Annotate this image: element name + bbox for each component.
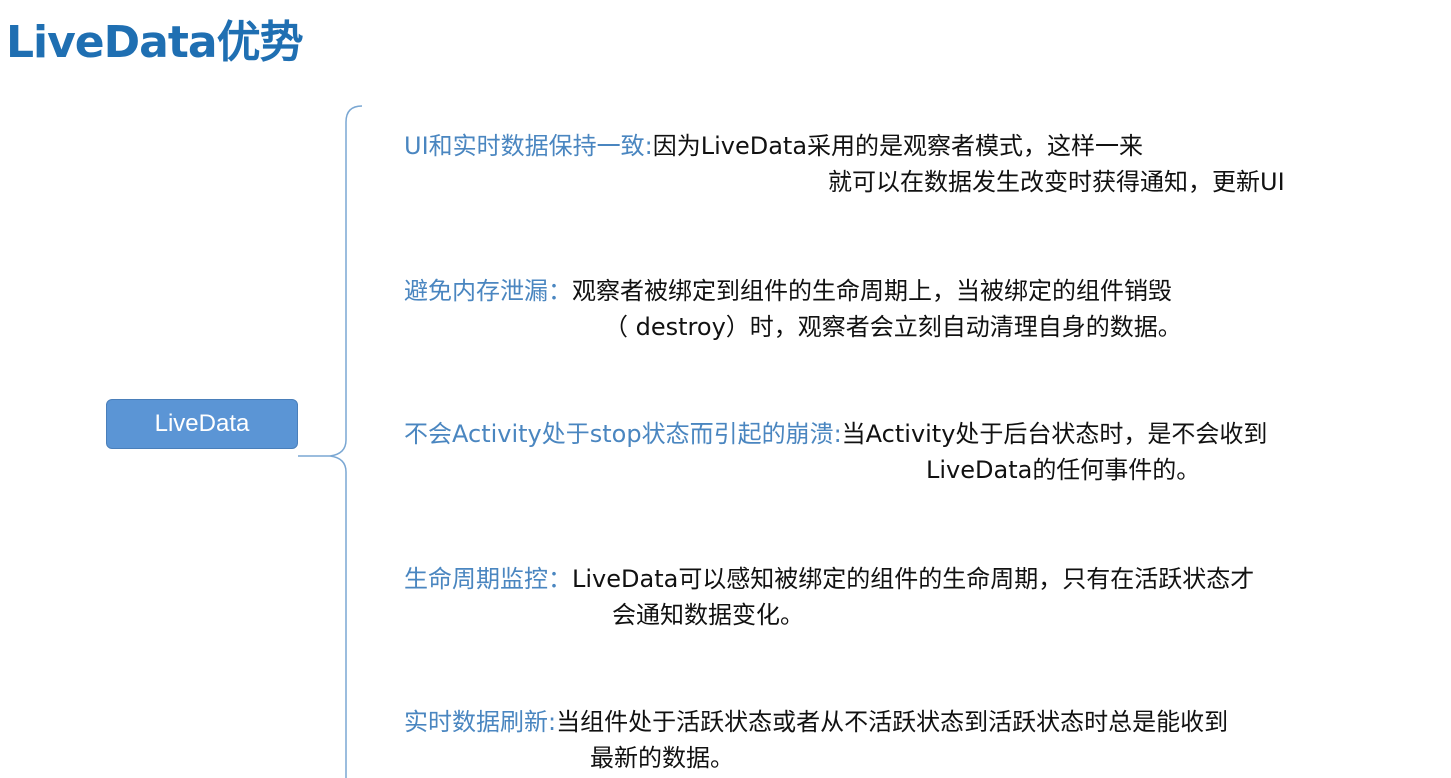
branch-text-continued: 最新的数据。 xyxy=(590,744,734,772)
branch-text-continued: 会通知数据变化。 xyxy=(612,601,804,629)
mindmap-brace xyxy=(298,105,363,778)
root-node-label: LiveData xyxy=(154,410,250,437)
branch-text: 当Activity处于后台状态时，是不会收到 xyxy=(841,420,1268,448)
branch-stop-crash: 不会Activity处于stop状态而引起的崩溃:当Activity处于后台状态… xyxy=(404,416,1267,488)
branch-text: 观察者被绑定到组件的生命周期上，当被绑定的组件销毁 xyxy=(572,277,1172,305)
branch-text-continued: LiveData的任何事件的。 xyxy=(926,456,1201,484)
branch-text-continued: 就可以在数据发生改变时获得通知，更新UI xyxy=(828,168,1285,196)
branch-label: 避免内存泄漏： xyxy=(404,277,572,305)
branch-memory-leak: 避免内存泄漏：观察者被绑定到组件的生命周期上，当被绑定的组件销毁 （ destr… xyxy=(404,273,1182,345)
branch-label: 实时数据刷新: xyxy=(404,708,557,736)
root-node-livedata[interactable]: LiveData xyxy=(106,399,298,449)
branch-text: 当组件处于活跃状态或者从不活跃状态到活跃状态时总是能收到 xyxy=(556,708,1229,736)
branch-label: 不会Activity处于stop状态而引起的崩溃: xyxy=(404,420,842,448)
branch-label: 生命周期监控： xyxy=(404,565,572,593)
slide: LiveData优势 LiveData UI和实时数据保持一致:因为LiveDa… xyxy=(0,0,1451,778)
branch-text: LiveData可以感知被绑定的组件的生命周期，只有在活跃状态才 xyxy=(572,565,1255,593)
branch-realtime-refresh: 实时数据刷新:当组件处于活跃状态或者从不活跃状态到活跃状态时总是能收到 最新的数… xyxy=(404,704,1228,776)
branch-lifecycle-monitoring: 生命周期监控：LiveData可以感知被绑定的组件的生命周期，只有在活跃状态才 … xyxy=(404,561,1254,633)
branch-text: 因为LiveData采用的是观察者模式，这样一来 xyxy=(652,132,1144,160)
branch-label: UI和实时数据保持一致: xyxy=(404,132,653,160)
branch-ui-consistency: UI和实时数据保持一致:因为LiveData采用的是观察者模式，这样一来 就可以… xyxy=(404,128,1285,200)
branch-text-continued: （ destroy）时，观察者会立刻自动清理自身的数据。 xyxy=(604,313,1182,341)
